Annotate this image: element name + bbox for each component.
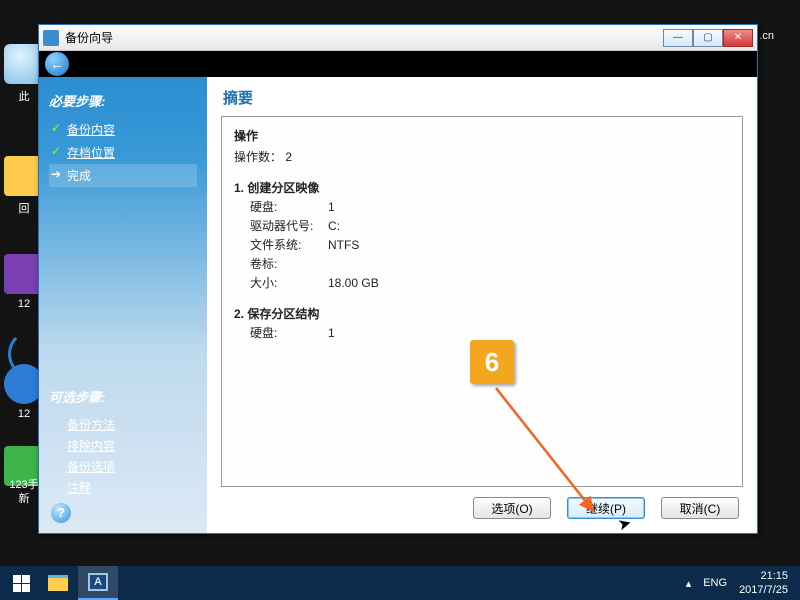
tray-time: 21:15 — [739, 569, 788, 583]
tray-clock[interactable]: 21:15 2017/7/25 — [739, 569, 788, 597]
sidebar: 必要步骤: 备份内容存档位置完成 可选步骤: 备份方法排除内容备份选项注释 ? — [39, 77, 207, 533]
field-key: 大小: — [250, 274, 328, 291]
field-key: 文件系统: — [250, 236, 328, 253]
tray-chevron-up-icon[interactable]: ▴ — [686, 577, 692, 590]
summary-field: 硬盘:1 — [234, 324, 730, 341]
ops-label: 操作 — [234, 127, 730, 144]
optional-step-1[interactable]: 排除内容 — [49, 435, 197, 456]
arrow-left-icon: ← — [50, 56, 64, 72]
field-key: 卷标: — [250, 255, 328, 272]
summary-field: 文件系统:NTFS — [234, 236, 730, 253]
button-row: 选项(O) 继续(P) 取消(C) — [221, 487, 743, 523]
tray-date: 2017/7/25 — [739, 583, 788, 597]
summary-field: 驱动器代号:C: — [234, 217, 730, 234]
back-button[interactable]: ← — [45, 52, 69, 76]
nav-strip: ← — [39, 51, 757, 77]
optional-steps-title: 可选步骤: — [49, 387, 197, 406]
field-value: 1 — [328, 200, 335, 214]
window-title: 备份向导 — [65, 29, 113, 46]
start-button[interactable] — [4, 566, 38, 600]
maximize-button[interactable]: ▢ — [693, 29, 723, 47]
windows-logo-icon — [13, 575, 30, 592]
field-key: 硬盘: — [250, 198, 328, 215]
task-explorer[interactable] — [38, 566, 78, 600]
app-task-icon: A — [88, 573, 108, 591]
minimize-button[interactable]: — — [663, 29, 693, 47]
wizard-window: 备份向导 — ▢ ✕ ← 必要步骤: 备份内容存档位置完成 可选步骤: 备份方法… — [38, 24, 758, 534]
ops-count: 2 — [285, 150, 292, 164]
summary-field: 硬盘:1 — [234, 198, 730, 215]
close-button[interactable]: ✕ — [723, 29, 753, 47]
optional-step-3[interactable]: 注释 — [49, 477, 197, 498]
help-button[interactable]: ? — [51, 503, 71, 523]
app-icon — [43, 30, 59, 46]
optional-step-2[interactable]: 备份选项 — [49, 456, 197, 477]
field-value: NTFS — [328, 238, 359, 252]
annotation-badge-6: 6 — [470, 340, 514, 384]
wizard-step-2[interactable]: 完成 — [49, 164, 197, 187]
wizard-step-0[interactable]: 备份内容 — [49, 118, 197, 141]
summary-box: 操作 操作数： 2 1. 创建分区映像 硬盘:1驱动器代号:C:文件系统:NTF… — [221, 116, 743, 487]
tray-language[interactable]: ENG — [703, 577, 727, 589]
field-key: 硬盘: — [250, 324, 328, 341]
field-value: 1 — [328, 326, 335, 340]
ops-count-label: 操作数： — [234, 150, 282, 164]
wizard-step-1[interactable]: 存档位置 — [49, 141, 197, 164]
titlebar[interactable]: 备份向导 — ▢ ✕ — [39, 25, 757, 51]
required-steps-title: 必要步骤: — [49, 91, 197, 110]
summary-field: 卷标: — [234, 255, 730, 272]
task-app-active[interactable]: A — [78, 566, 118, 600]
desktop-top-right-label: .cn — [759, 30, 774, 42]
annotation-arrow — [490, 384, 610, 524]
section-1-title: 1. 创建分区映像 — [234, 179, 730, 196]
main-pane: 摘要 操作 操作数： 2 1. 创建分区映像 硬盘:1驱动器代号:C:文件系统:… — [207, 77, 757, 533]
main-heading: 摘要 — [223, 87, 743, 108]
system-tray[interactable]: ▴ ENG 21:15 2017/7/25 — [686, 569, 796, 597]
optional-step-0[interactable]: 备份方法 — [49, 414, 197, 435]
folder-icon — [48, 575, 68, 591]
field-value: 18.00 GB — [328, 276, 379, 290]
field-value: C: — [328, 219, 340, 233]
field-key: 驱动器代号: — [250, 217, 328, 234]
section-2-title: 2. 保存分区结构 — [234, 305, 730, 322]
cancel-button[interactable]: 取消(C) — [661, 497, 739, 519]
summary-field: 大小:18.00 GB — [234, 274, 730, 291]
taskbar[interactable]: A ▴ ENG 21:15 2017/7/25 — [0, 566, 800, 600]
